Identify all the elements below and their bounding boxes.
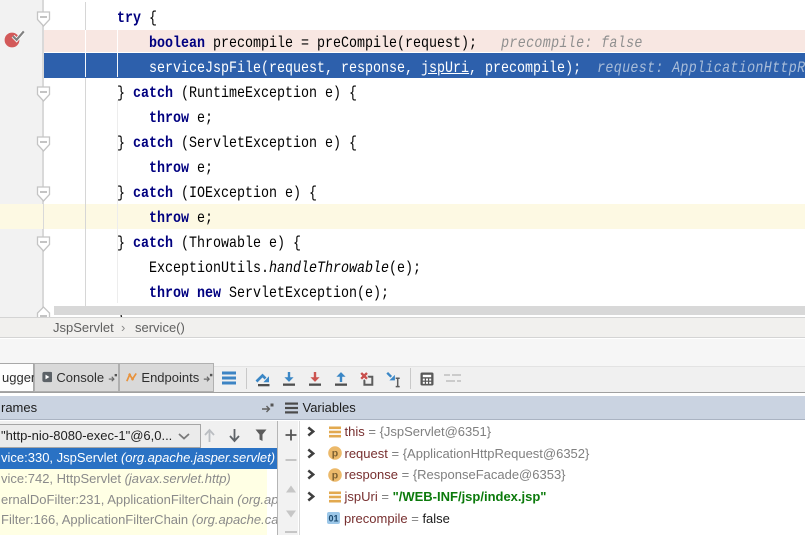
- svg-text:p: p: [331, 448, 337, 460]
- svg-text:01: 01: [328, 513, 338, 523]
- svg-text:p: p: [331, 470, 337, 482]
